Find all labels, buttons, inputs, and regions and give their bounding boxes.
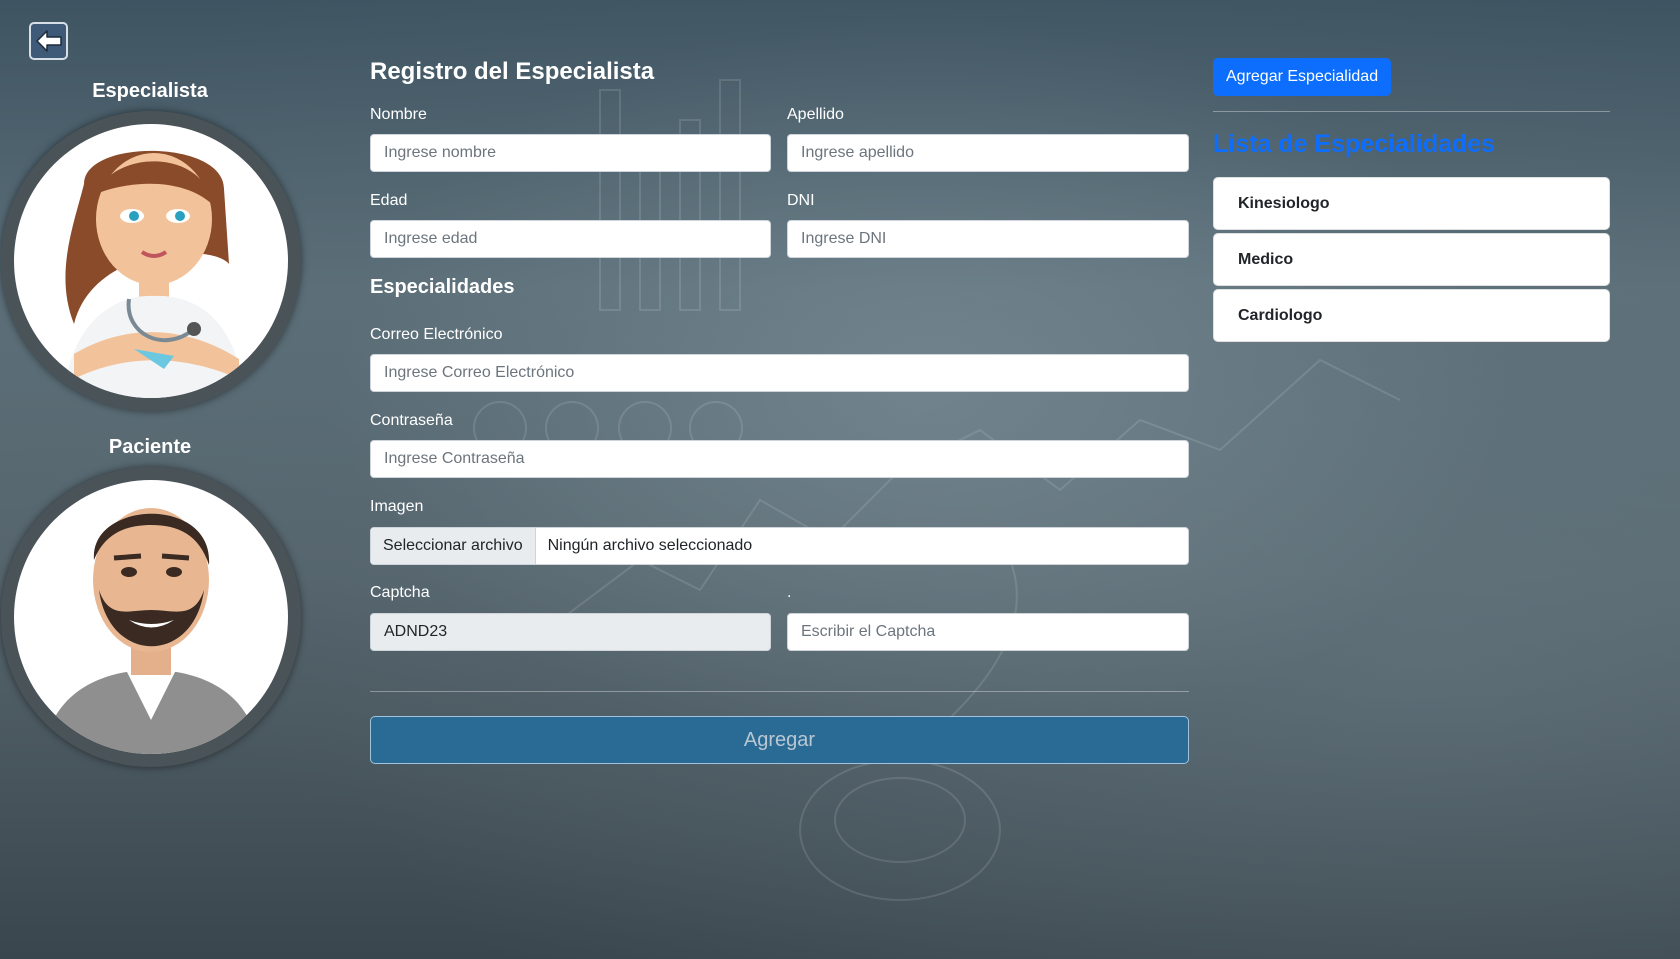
captcha-answer-label: . [787,584,792,601]
specialties-list: Kinesiologo Medico Cardiologo [1213,177,1610,345]
man-illustration [44,508,258,754]
password-input[interactable] [370,440,1189,478]
dni-label: DNI [787,192,815,209]
captcha-label: Captcha [370,584,430,601]
form-divider [370,691,1189,692]
nombre-label: Nombre [370,106,427,123]
imagen-label: Imagen [370,498,424,515]
add-specialty-button[interactable]: Agregar Especialidad [1213,58,1392,96]
patient-label: Paciente [108,436,192,458]
specialist-label: Especialista [92,80,208,102]
form-title: Registro del Especialista [370,58,655,85]
specialist-avatar[interactable] [1,111,301,411]
agregar-button[interactable]: Agregar [370,716,1189,764]
patient-avatar[interactable] [1,467,301,767]
edad-label: Edad [370,192,408,209]
captcha-code-field [370,613,771,651]
captcha-input[interactable] [787,613,1189,651]
file-status: Ningún archivo seleccionado [547,537,753,554]
apellido-label: Apellido [787,106,844,123]
panel-divider [1213,111,1610,112]
arrow-left-icon [35,30,62,52]
correo-label: Correo Electrónico [370,326,503,343]
apellido-input[interactable] [787,134,1189,172]
dni-input[interactable] [787,220,1189,258]
nombre-input[interactable] [370,134,771,172]
contrasena-label: Contraseña [370,412,453,429]
image-file-input[interactable]: Seleccionar archivo Ningún archivo selec… [370,527,1189,565]
back-button[interactable] [29,22,68,60]
email-input[interactable] [370,354,1189,392]
edad-input[interactable] [370,220,771,258]
list-item[interactable]: Kinesiologo [1213,177,1610,230]
especialidades-title: Especialidades [370,276,515,298]
select-file-button[interactable]: Seleccionar archivo [371,528,536,564]
nurse-illustration [64,150,244,398]
specialties-list-title: Lista de Especialidades [1213,130,1496,158]
list-item[interactable]: Cardiologo [1213,289,1610,342]
list-item[interactable]: Medico [1213,233,1610,286]
